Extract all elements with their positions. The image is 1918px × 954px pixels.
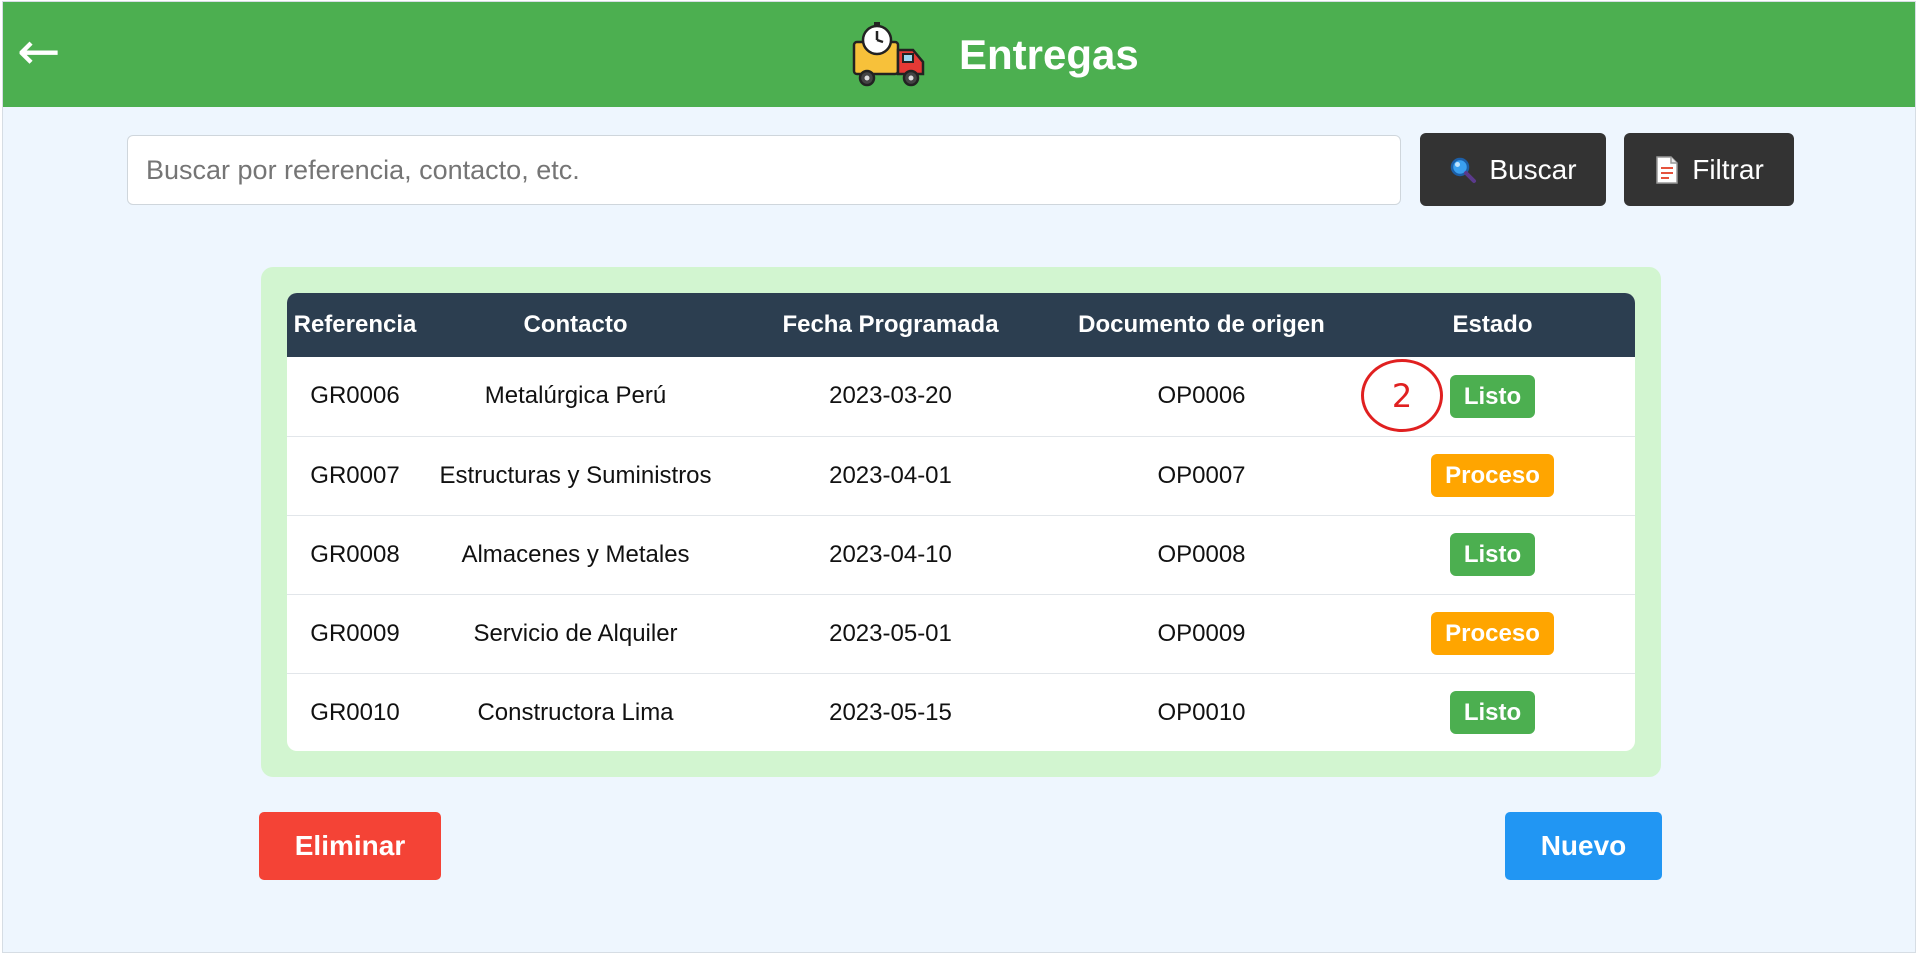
table-row[interactable]: GR0007 Estructuras y Suministros 2023-04… (287, 436, 1635, 515)
filter-button-label: Filtrar (1692, 153, 1764, 185)
table-row[interactable]: GR0008 Almacenes y Metales 2023-04-10 OP… (287, 515, 1635, 594)
new-button[interactable]: Nuevo (1505, 812, 1662, 880)
cell-referencia: GR0009 (310, 619, 400, 647)
cell-fecha: 2023-04-10 (829, 540, 952, 568)
app-frame: ← Entregas Buscar por referencia, contac… (2, 1, 1916, 953)
cell-contacto: Almacenes y Metales (461, 540, 690, 568)
cell-documento: OP0009 (1157, 619, 1246, 647)
cell-estado: Listo (1350, 673, 1635, 751)
cell-documento: OP0007 (1157, 461, 1246, 489)
cell-documento: OP0006 (1157, 382, 1246, 410)
cell-referencia: GR0007 (310, 461, 400, 489)
delivery-truck-icon (852, 22, 925, 87)
cell-estado: Listo (1350, 515, 1635, 594)
annotation-marker: 2 (1361, 359, 1443, 432)
table-row[interactable]: GR0010 Constructora Lima 2023-05-15 OP00… (287, 673, 1635, 751)
column-header-contacto[interactable]: Contacto (423, 293, 728, 357)
document-icon (1656, 155, 1678, 184)
page-title: Entregas (959, 31, 1139, 78)
status-badge: Listo (1449, 533, 1536, 576)
filter-button[interactable]: Filtrar (1624, 133, 1794, 206)
cell-contacto: Estructuras y Suministros (439, 461, 712, 489)
column-header-referencia[interactable]: Referencia (287, 293, 423, 357)
cell-fecha: 2023-05-15 (829, 698, 952, 726)
search-button[interactable]: Buscar (1420, 133, 1606, 206)
column-header-fecha-programada[interactable]: Fecha Programada (728, 293, 1053, 357)
search-button-label: Buscar (1489, 153, 1577, 185)
cell-contacto: Servicio de Alquiler (473, 619, 678, 647)
column-header-estado[interactable]: Estado (1350, 293, 1635, 357)
magnifier-icon (1451, 157, 1477, 183)
cell-estado: Proceso (1350, 436, 1635, 515)
deliveries-table: Referencia Contacto Fecha Programada Doc… (287, 293, 1635, 751)
cell-referencia: GR0008 (310, 540, 400, 568)
column-header-documento-origen[interactable]: Documento de origen (1053, 293, 1350, 357)
status-badge: Proceso (1431, 454, 1554, 497)
status-badge: Proceso (1431, 612, 1554, 655)
back-arrow-icon[interactable]: ← (17, 24, 61, 80)
cell-referencia: GR0010 (310, 698, 400, 726)
cell-documento: OP0008 (1157, 540, 1246, 568)
deliveries-table-container: Referencia Contacto Fecha Programada Doc… (287, 293, 1635, 751)
deliveries-card: Referencia Contacto Fecha Programada Doc… (261, 267, 1661, 777)
cell-contacto: Metalúrgica Perú (484, 382, 667, 410)
cell-documento: OP0010 (1157, 698, 1246, 726)
table-row[interactable]: GR0009 Servicio de Alquiler 2023-05-01 O… (287, 594, 1635, 673)
cell-fecha: 2023-03-20 (829, 382, 952, 410)
cell-fecha: 2023-04-01 (829, 461, 952, 489)
delete-button[interactable]: Eliminar (259, 812, 441, 880)
app-header: ← Entregas (3, 2, 1915, 107)
search-input[interactable] (127, 135, 1401, 205)
cell-referencia: GR0006 (310, 382, 400, 410)
cell-contacto: Constructora Lima (477, 698, 674, 726)
status-badge: Listo (1449, 691, 1536, 735)
table-header-row: Referencia Contacto Fecha Programada Doc… (287, 293, 1635, 357)
cell-fecha: 2023-05-01 (829, 619, 952, 647)
status-badge: Listo (1449, 374, 1536, 418)
cell-estado: Proceso (1350, 594, 1635, 673)
